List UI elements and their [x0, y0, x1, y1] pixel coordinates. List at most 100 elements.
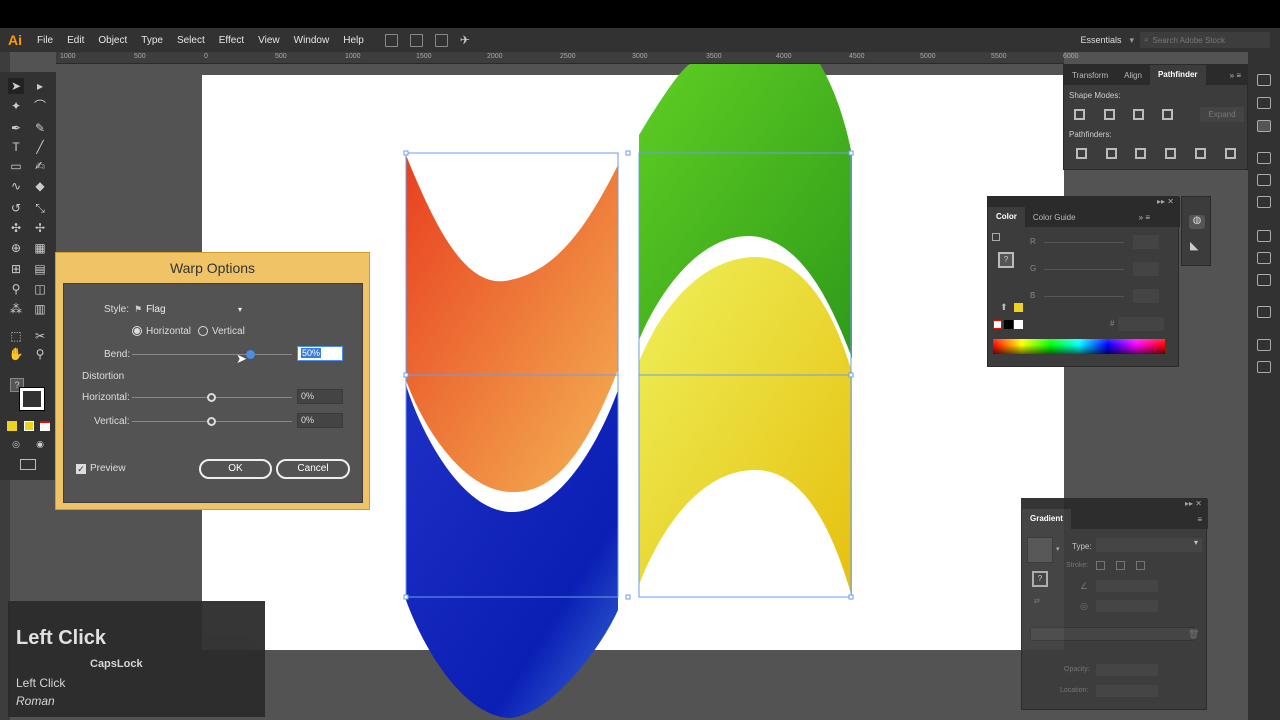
channel-g-slider[interactable] — [1044, 269, 1124, 270]
gradient-preview-swatch[interactable] — [1027, 537, 1053, 563]
panel-dock — [1248, 52, 1280, 720]
none-swatch[interactable] — [993, 320, 1002, 329]
trim-icon[interactable] — [1106, 148, 1117, 159]
stroke-within-icon[interactable] — [1096, 561, 1105, 570]
bend-slider-track[interactable] — [132, 354, 292, 355]
minus-front-icon[interactable] — [1104, 109, 1115, 120]
cancel-button[interactable]: Cancel — [276, 459, 350, 479]
bend-label: Bend: — [104, 349, 131, 360]
stroke-along-icon[interactable] — [1116, 561, 1125, 570]
channel-r-slider[interactable] — [1044, 242, 1124, 243]
distortion-horizontal-knob[interactable] — [207, 393, 216, 402]
divide-icon[interactable] — [1076, 148, 1087, 159]
swatches-icon[interactable] — [1257, 152, 1271, 164]
selection-handle[interactable] — [848, 594, 854, 600]
pathfinder-tabbar: Transform Align Pathfinder » ≡ — [1064, 65, 1247, 85]
tab-color[interactable]: Color — [988, 207, 1025, 227]
selection-handle[interactable] — [625, 150, 631, 156]
libraries-icon[interactable] — [1257, 74, 1271, 86]
tab-gradient[interactable]: Gradient — [1022, 509, 1071, 529]
aspect-ratio-field[interactable] — [1096, 600, 1158, 612]
merge-icon[interactable] — [1135, 148, 1146, 159]
radio-dot — [134, 328, 140, 334]
web-safe-swatch[interactable] — [1014, 303, 1023, 312]
opacity-field[interactable] — [1096, 664, 1158, 676]
tab-align[interactable]: Align — [1116, 71, 1150, 80]
links-icon[interactable] — [1257, 274, 1271, 286]
opacity-label: Opacity: — [1064, 666, 1090, 673]
gradient-slider[interactable] — [1030, 627, 1194, 641]
transparency-icon[interactable] — [1257, 361, 1271, 373]
stroke-label: Stroke: — [1066, 562, 1089, 569]
selection-handle[interactable] — [625, 594, 631, 600]
bend-slider-knob[interactable] — [246, 350, 255, 359]
intersect-icon[interactable] — [1133, 109, 1144, 120]
channel-b-field[interactable] — [1133, 289, 1159, 303]
white-swatch[interactable] — [1014, 320, 1023, 329]
selection-handle[interactable] — [403, 594, 409, 600]
bend-field[interactable]: 50% — [297, 346, 343, 361]
close-icon[interactable]: ▸▸ ✕ — [988, 197, 1180, 207]
tab-color-guide[interactable]: Color Guide — [1025, 213, 1084, 222]
type-select[interactable]: ▾ — [1096, 538, 1202, 552]
overlay-line-1: Left Click — [16, 676, 66, 690]
asset-export-icon[interactable] — [1257, 230, 1271, 242]
keystroke-overlay: Left Click CapsLock Left Click Roman — [8, 601, 265, 717]
expand-button[interactable]: Expand — [1200, 107, 1244, 122]
tab-pathfinder[interactable]: Pathfinder — [1149, 65, 1206, 85]
gradient-fill-stroke-icon[interactable]: ? — [1032, 571, 1048, 587]
outline-icon[interactable] — [1195, 148, 1206, 159]
bend-value: 50% — [301, 348, 322, 358]
color-panel-menu-icon[interactable]: » ≡ — [1139, 213, 1180, 222]
out-of-gamut-icon[interactable]: ⬆ — [1000, 302, 1008, 313]
distortion-vertical-field[interactable]: 0% — [297, 413, 343, 428]
default-colors-icon[interactable] — [992, 233, 1000, 241]
selection-handle[interactable] — [403, 372, 409, 378]
black-swatch[interactable] — [1004, 320, 1013, 329]
selection-handle[interactable] — [848, 150, 854, 156]
preview-checkbox[interactable]: ✓ — [76, 464, 86, 474]
reverse-gradient-icon[interactable]: ⇄ — [1034, 597, 1040, 605]
distortion-vertical-label: Vertical: — [94, 416, 130, 427]
gradient-menu-icon[interactable]: ≡ — [1197, 515, 1208, 524]
collapsed-panel-dock: ◍ ◣ — [1181, 196, 1211, 266]
channel-g-field[interactable] — [1133, 262, 1159, 276]
style-select[interactable]: ⚑ Flag ▾ — [134, 301, 242, 317]
stroke-icon[interactable] — [1257, 339, 1271, 351]
pathfinder-dock-icon[interactable] — [1257, 120, 1271, 132]
red-flag-shape[interactable] — [406, 155, 618, 493]
unite-icon[interactable] — [1074, 109, 1085, 120]
selection-handle[interactable] — [848, 372, 854, 378]
gradient-close-icon[interactable]: ▸▸ ✕ — [1022, 499, 1208, 509]
brushes-icon[interactable] — [1257, 174, 1271, 186]
channel-r-field[interactable] — [1133, 235, 1159, 249]
dialog-body: Style: ⚑ Flag ▾ Horizontal Vertical Bend… — [63, 283, 363, 503]
chevron-down-icon[interactable]: ▾ — [1056, 545, 1060, 553]
crop-icon[interactable] — [1165, 148, 1176, 159]
panel-menu-icon[interactable]: » ≡ — [1230, 71, 1247, 80]
angle-field[interactable] — [1096, 580, 1158, 592]
exclude-icon[interactable] — [1162, 109, 1173, 120]
trash-icon[interactable]: 🗑 — [1188, 629, 1199, 640]
tab-transform[interactable]: Transform — [1064, 71, 1116, 80]
distortion-horizontal-field[interactable]: 0% — [297, 389, 343, 404]
layers-icon[interactable] — [1257, 252, 1271, 264]
distortion-vertical-knob[interactable] — [207, 417, 216, 426]
color-guide-icon[interactable]: ◣ — [1190, 239, 1198, 252]
stroke-across-icon[interactable] — [1136, 561, 1145, 570]
channel-b-slider[interactable] — [1044, 296, 1124, 297]
appearance-icon[interactable] — [1257, 306, 1271, 318]
selection-handle[interactable] — [403, 150, 409, 156]
vertical-radio[interactable] — [198, 326, 208, 336]
ok-button[interactable]: OK — [199, 459, 272, 479]
distortion-horizontal-label: Horizontal: — [82, 392, 130, 403]
hex-field[interactable] — [1118, 317, 1164, 331]
color-theme-icon[interactable]: ◍ — [1189, 215, 1205, 229]
fill-stroke-icon[interactable]: ? — [998, 252, 1014, 268]
symbols-icon[interactable] — [1257, 196, 1271, 208]
minus-back-icon[interactable] — [1225, 148, 1236, 159]
horizontal-radio[interactable] — [132, 326, 142, 336]
properties-icon[interactable] — [1257, 97, 1271, 109]
yellow-flag-shape[interactable] — [639, 257, 852, 597]
location-field[interactable] — [1096, 685, 1158, 697]
